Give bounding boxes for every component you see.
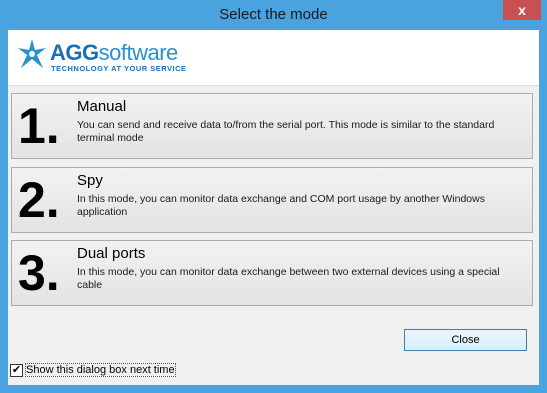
- mode-number: 1.: [18, 98, 60, 154]
- dialog-body: AGGsoftware TECHNOLOGY AT YOUR SERVICE 1…: [8, 30, 539, 385]
- mode-title: Spy: [77, 172, 103, 189]
- mode-manual-button[interactable]: 1. Manual You can send and receive data …: [11, 93, 533, 159]
- logo-name: AGGsoftware: [50, 40, 178, 66]
- logo-name-b: software: [98, 40, 179, 65]
- close-button[interactable]: Close: [404, 329, 527, 351]
- dialog-window: Select the mode x AGGsoftware TECHNOLOGY…: [0, 0, 547, 393]
- agg-logo: AGGsoftware TECHNOLOGY AT YOUR SERVICE: [16, 38, 206, 78]
- airplane-icon: [18, 39, 46, 68]
- mode-description: In this mode, you can monitor data excha…: [77, 193, 485, 218]
- mode-description: In this mode, you can monitor data excha…: [77, 266, 500, 291]
- mode-spy-button[interactable]: 2. Spy In this mode, you can monitor dat…: [11, 167, 533, 233]
- window-close-button[interactable]: x: [503, 0, 541, 20]
- title-bar[interactable]: Select the mode x: [0, 0, 547, 30]
- mode-description: You can send and receive data to/from th…: [77, 119, 495, 144]
- mode-dual-ports-button[interactable]: 3. Dual ports In this mode, you can moni…: [11, 240, 533, 306]
- mode-number: 2.: [18, 172, 60, 228]
- logo-tagline: TECHNOLOGY AT YOUR SERVICE: [51, 64, 187, 73]
- mode-title: Manual: [77, 98, 127, 115]
- mode-title: Dual ports: [77, 245, 146, 262]
- mode-number: 3.: [18, 245, 60, 301]
- show-dialog-checkbox[interactable]: ✔: [10, 364, 23, 377]
- show-dialog-label[interactable]: Show this dialog box next time: [25, 363, 176, 377]
- logo-name-a: AGG: [50, 40, 99, 65]
- window-title: Select the mode: [219, 6, 328, 23]
- logo-banner: AGGsoftware TECHNOLOGY AT YOUR SERVICE: [8, 30, 539, 86]
